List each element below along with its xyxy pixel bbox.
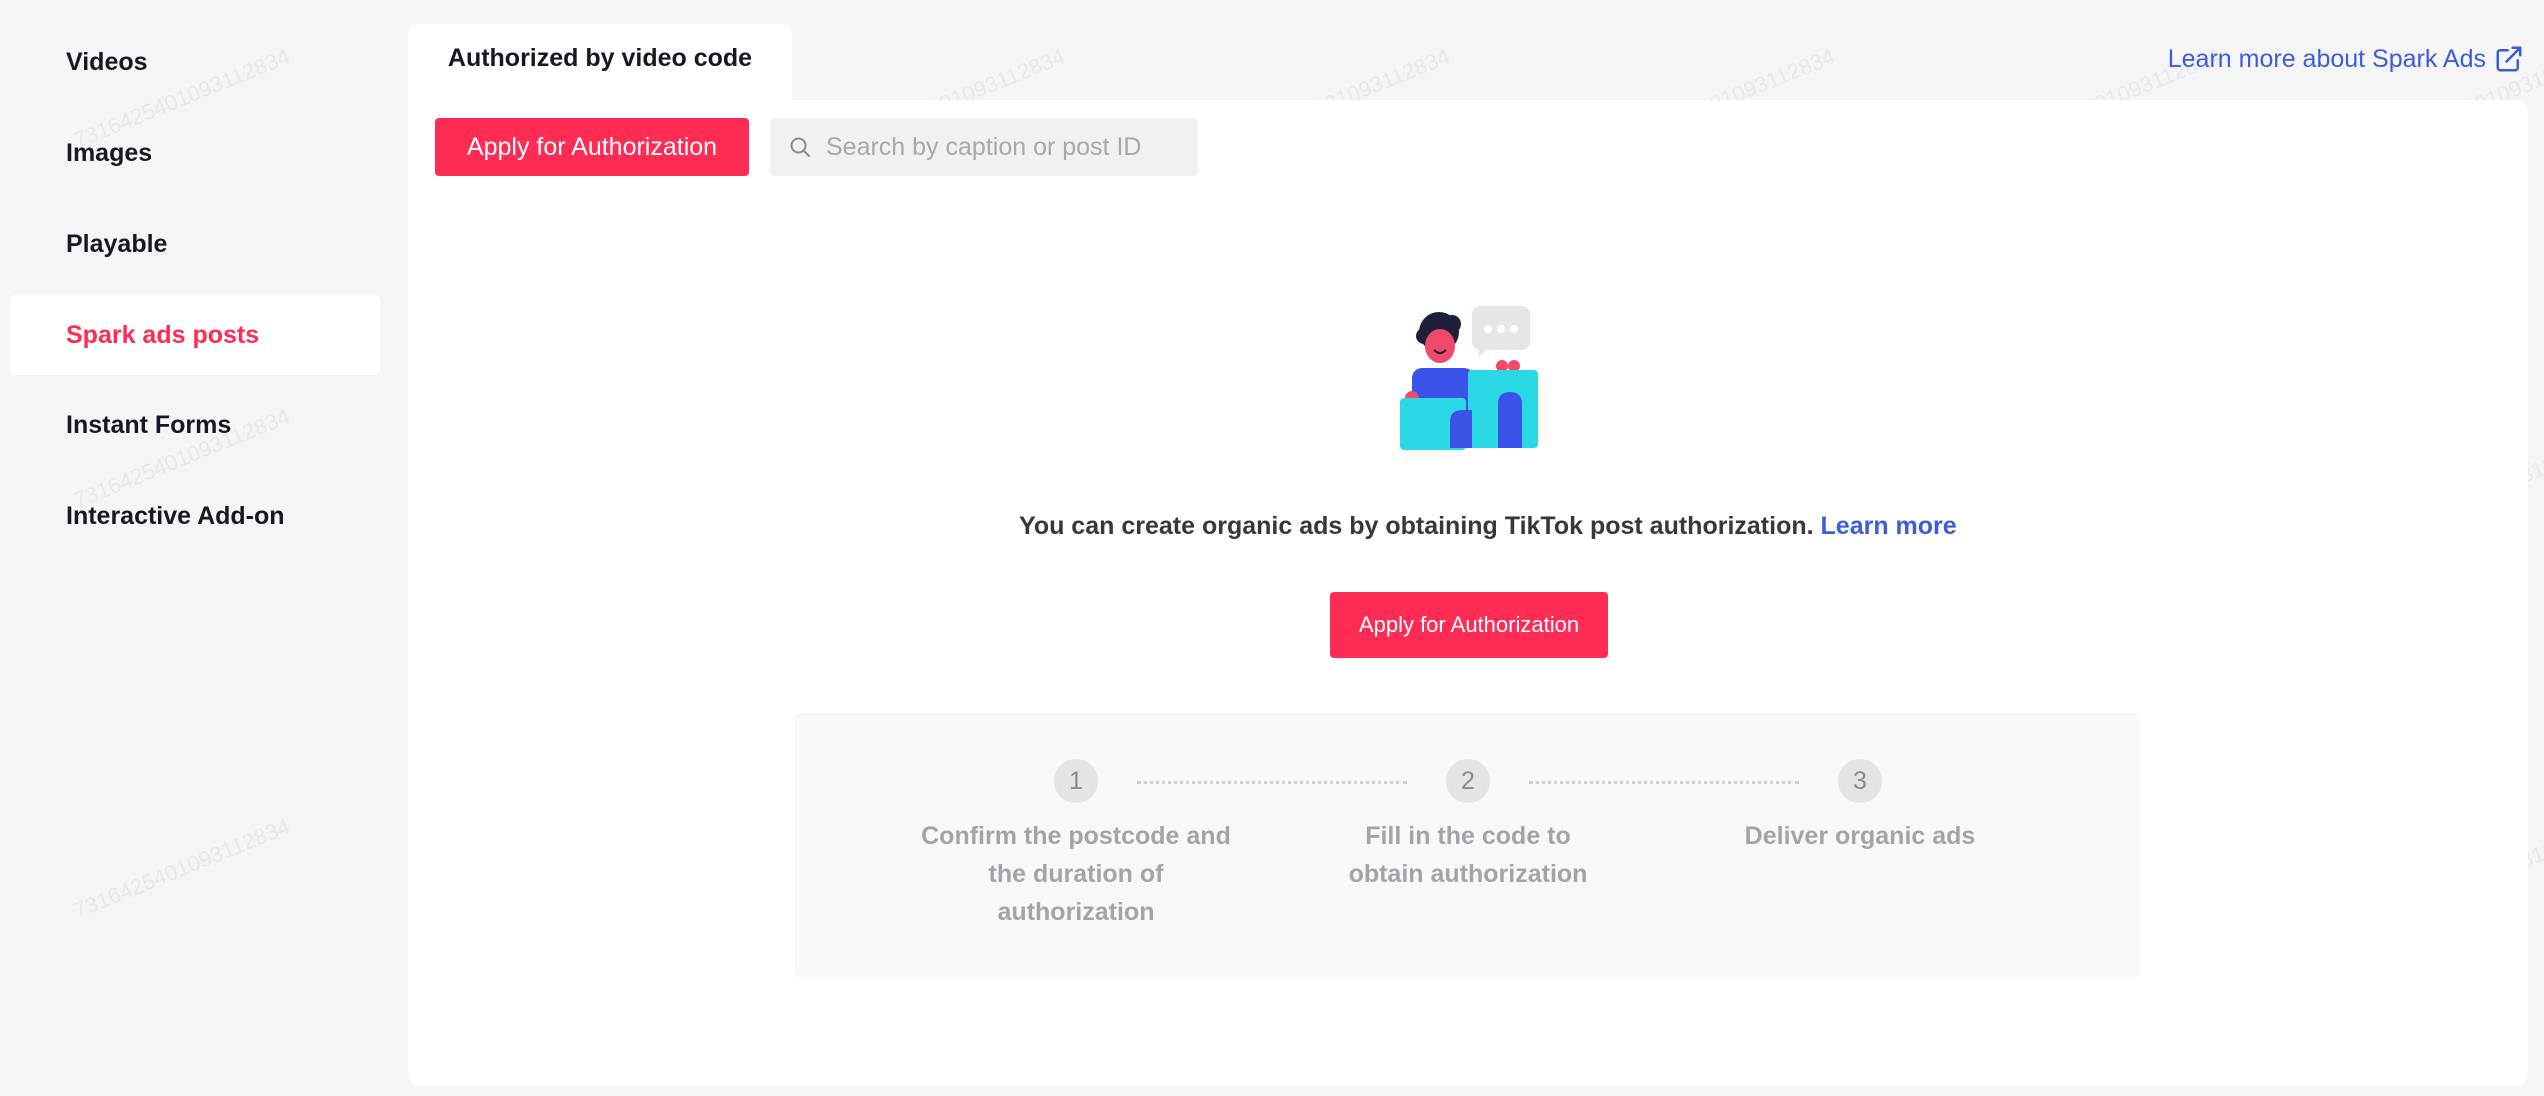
sidebar-item-images[interactable]: Images xyxy=(10,113,380,193)
sidebar-item-spark-ads-posts[interactable]: Spark ads posts xyxy=(10,295,380,375)
step-number: 2 xyxy=(1446,759,1490,803)
step-number: 3 xyxy=(1838,759,1882,803)
learn-more-spark-ads-label: Learn more about Spark Ads xyxy=(2167,44,2486,73)
learn-more-link[interactable]: Learn more xyxy=(1821,512,1957,540)
empty-state-text: You can create organic ads by obtaining … xyxy=(1019,512,1814,540)
step-number: 1 xyxy=(1054,759,1098,803)
sidebar-item-interactive-add-on[interactable]: Interactive Add-on xyxy=(10,476,380,556)
tab-authorized-by-video-code[interactable]: Authorized by video code xyxy=(408,24,792,102)
spark-ads-page: 7316425401093112834 7316425401093112834 … xyxy=(0,0,2544,1096)
step-label: Fill in the code to obtain authorization xyxy=(1348,822,1588,888)
person-with-chat-bubble-illustration xyxy=(1400,306,1538,450)
sidebar: Videos Images Playable Spark ads posts I… xyxy=(0,0,390,1096)
empty-state-description: You can create organic ads by obtaining … xyxy=(1019,512,1957,541)
step-label: Confirm the postcode and the duration of… xyxy=(921,822,1231,926)
sidebar-item-instant-forms[interactable]: Instant Forms xyxy=(10,385,380,465)
sidebar-item-label: Videos xyxy=(66,47,148,76)
step-1: 1 Confirm the postcode and the duration … xyxy=(916,759,1236,931)
sidebar-item-label: Spark ads posts xyxy=(66,320,260,349)
search-box[interactable] xyxy=(770,118,1198,176)
search-icon xyxy=(790,137,810,157)
tab-label: Authorized by video code xyxy=(447,44,753,72)
sidebar-item-label: Interactive Add-on xyxy=(66,501,285,530)
sidebar-item-label: Images xyxy=(66,138,153,167)
authorization-steps: 1 Confirm the postcode and the duration … xyxy=(795,713,2140,977)
sidebar-item-playable[interactable]: Playable xyxy=(10,204,380,284)
learn-more-spark-ads-link[interactable]: Learn more about Spark Ads xyxy=(2168,44,2524,74)
sidebar-item-label: Instant Forms xyxy=(66,410,232,439)
sidebar-item-videos[interactable]: Videos xyxy=(10,22,380,102)
sidebar-item-label: Playable xyxy=(66,229,168,258)
external-link-icon xyxy=(2496,46,2522,72)
step-label: Deliver organic ads xyxy=(1744,822,1976,850)
apply-for-authorization-center-button[interactable]: Apply for Authorization xyxy=(1330,592,1608,658)
step-2: 2 Fill in the code to obtain authorizati… xyxy=(1308,759,1628,893)
step-3: 3 Deliver organic ads xyxy=(1700,759,2020,855)
apply-for-authorization-button[interactable]: Apply for Authorization xyxy=(435,118,749,176)
search-input[interactable] xyxy=(826,132,1186,162)
